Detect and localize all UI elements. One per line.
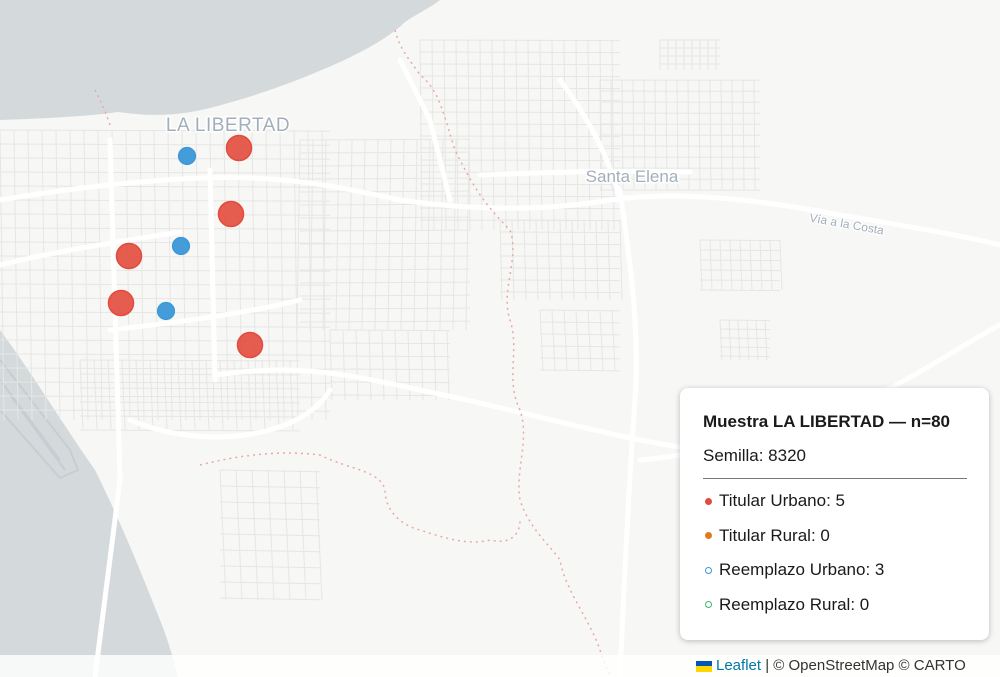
marker-titular-urbano[interactable] — [236, 331, 264, 359]
legend-item-label: Titular Rural: 0 — [719, 525, 830, 545]
legend-item-titular-rural: Titular Rural: 0 — [703, 526, 967, 546]
green-ring-icon — [705, 601, 712, 608]
legend-item-reemplazo-urbano: Reemplazo Urbano: 3 — [703, 560, 967, 580]
marker-reemplazo-urbano[interactable] — [156, 301, 176, 321]
marker-titular-urbano[interactable] — [107, 289, 135, 317]
marker-titular-urbano[interactable] — [115, 242, 143, 270]
marker-titular-urbano[interactable] — [225, 134, 253, 162]
orange-dot-icon — [705, 532, 712, 539]
leaflet-link[interactable]: Leaflet — [716, 655, 761, 677]
legend-item-label: Reemplazo Urbano: 3 — [719, 560, 885, 579]
marker-reemplazo-urbano[interactable] — [171, 236, 191, 256]
red-dot-icon — [705, 497, 712, 505]
blue-ring-icon — [705, 566, 712, 574]
marker-titular-urbano[interactable] — [217, 200, 245, 228]
legend-item-label: Reemplazo Rural: 0 — [719, 594, 870, 614]
marker-reemplazo-urbano[interactable] — [177, 146, 197, 166]
legend-divider — [703, 478, 967, 479]
label-santa-elena: Santa Elena — [586, 167, 679, 186]
legend-item-label: Titular Urbano: 5 — [719, 491, 845, 510]
legend-panel: Muestra LA LIBERTAD — n=80 Semilla: 8320… — [680, 388, 989, 640]
label-la-libertad: LA LIBERTAD — [166, 115, 290, 136]
legend-title: Muestra LA LIBERTAD — n=80 — [703, 412, 951, 431]
legend-seed: Semilla: 8320 — [703, 446, 807, 465]
legend-item-titular-urbano: Titular Urbano: 5 — [703, 491, 967, 511]
legend-item-reemplazo-rural: Reemplazo Rural: 0 — [703, 595, 967, 615]
